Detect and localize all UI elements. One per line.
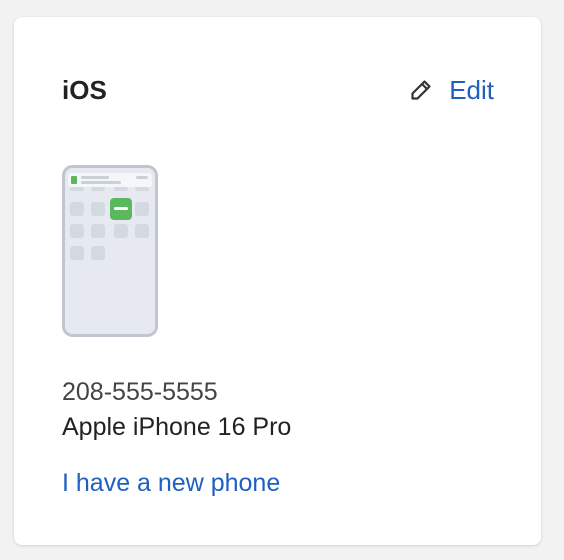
new-phone-link[interactable]: I have a new phone <box>62 468 280 498</box>
device-card: iOS Edit 208-555-5555 Apple iPhone 16 Pr… <box>14 17 541 545</box>
phone-illustration <box>62 165 158 337</box>
phone-number: 208-555-5555 <box>62 378 218 406</box>
pencil-icon <box>409 78 433 102</box>
device-model: Apple iPhone 16 Pro <box>62 413 292 441</box>
edit-button[interactable]: Edit <box>409 75 494 105</box>
card-title: iOS <box>62 75 107 105</box>
edit-label: Edit <box>449 75 494 105</box>
